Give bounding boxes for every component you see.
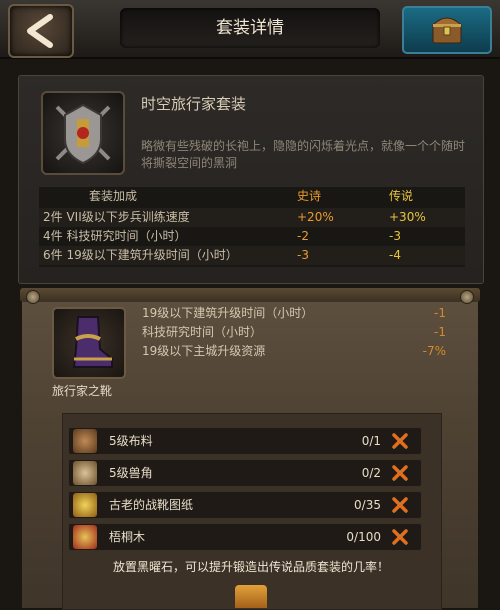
material-name: 5级兽角 <box>109 466 153 480</box>
missing-x-icon <box>392 433 408 449</box>
back-arrow-icon <box>27 14 53 48</box>
bonus-row-label: 4件 科技研究时间（小时） <box>43 229 187 243</box>
treasure-chest-icon <box>431 17 463 44</box>
cloth-icon <box>73 429 97 453</box>
missing-x-icon <box>392 465 408 481</box>
material-name: 梧桐木 <box>109 530 146 544</box>
item-stat-label: 19级以下主城升级资源 <box>142 344 266 358</box>
bonus-header-row: 套装加成 史诗 传说 <box>39 187 465 206</box>
bonus-row: 2件 VII级以下步兵训练速度 +20% +30% <box>39 208 465 227</box>
item-name: 旅行家之靴 <box>52 384 113 398</box>
material-row[interactable]: 梧桐木 0/100 <box>68 523 422 551</box>
material-row[interactable]: 5级兽角 0/2 <box>68 459 422 487</box>
item-stat-value: -1 <box>434 306 446 320</box>
item-stat: 19级以下建筑升级时间（小时） -1 <box>142 304 452 322</box>
bonus-header-legendary: 传说 <box>389 189 414 203</box>
page-title: 套装详情 <box>120 8 380 48</box>
item-stat-label: 科技研究时间（小时） <box>142 325 263 339</box>
bonus-header-label: 套装加成 <box>89 189 138 203</box>
set-info-panel: 时空旅行家套装 略微有些残破的长袍上，隐隐的闪烁着光点，就像一个个随时将撕裂空间… <box>18 75 484 284</box>
missing-x-icon <box>392 529 408 545</box>
scroll-rod <box>20 288 480 302</box>
bonus-row-legendary: -4 <box>389 248 401 262</box>
treasure-chest-button[interactable] <box>402 6 492 54</box>
set-description: 略微有些残破的长袍上，隐隐的闪烁着光点，就像一个个随时将撕裂空间的黑洞 <box>141 139 466 170</box>
item-stat: 19级以下主城升级资源 -7% <box>142 342 452 360</box>
wood-icon <box>73 525 97 549</box>
item-stat: 科技研究时间（小时） -1 <box>142 323 452 341</box>
material-count: 0/2 <box>361 466 381 480</box>
bonus-row-label: 6件 19级以下建筑升级时间（小时） <box>43 248 238 262</box>
obsidian-tip: 放置黑曜石，可以提升锻造出传说品质套装的几率！ <box>112 560 389 574</box>
material-name: 古老的战靴图纸 <box>109 498 194 512</box>
bonus-row: 4件 科技研究时间（小时） -2 -3 <box>39 227 465 246</box>
material-row[interactable]: 古老的战靴图纸 0/35 <box>68 491 422 519</box>
bonus-row-epic: -3 <box>297 248 309 262</box>
item-stat-value: -7% <box>422 344 446 358</box>
material-name: 5级布料 <box>109 434 153 448</box>
horn-icon <box>73 461 97 485</box>
bonus-row: 6件 19级以下建筑升级时间（小时） -3 -4 <box>39 246 465 265</box>
item-stat-value: -1 <box>434 325 446 339</box>
missing-x-icon <box>392 497 408 513</box>
bonus-row-epic: -2 <box>297 229 309 243</box>
scroll-rod-knob <box>460 290 474 304</box>
set-emblem-icon <box>41 91 125 175</box>
blueprint-icon <box>73 493 97 517</box>
top-bar: 套装详情 <box>0 0 500 59</box>
add-obsidian-button[interactable] <box>235 585 267 608</box>
set-title: 时空旅行家套装 <box>141 95 247 113</box>
material-count: 0/1 <box>361 434 381 448</box>
boots-icon[interactable] <box>52 307 126 379</box>
bonus-row-label: 2件 VII级以下步兵训练速度 <box>43 210 190 224</box>
back-button[interactable] <box>8 4 74 58</box>
scroll-rod-knob <box>26 290 40 304</box>
material-count: 0/35 <box>354 498 381 512</box>
bonus-row-epic: +20% <box>297 210 334 224</box>
bonus-row-legendary: +30% <box>389 210 426 224</box>
bonus-header-epic: 史诗 <box>297 189 322 203</box>
material-row[interactable]: 5级布料 0/1 <box>68 427 422 455</box>
bonus-row-legendary: -3 <box>389 229 401 243</box>
set-bonus-table: 套装加成 史诗 传说 2件 VII级以下步兵训练速度 +20% +30% 4件 … <box>39 187 465 267</box>
item-stat-label: 19级以下建筑升级时间（小时） <box>142 306 314 320</box>
material-count: 0/100 <box>346 530 381 544</box>
